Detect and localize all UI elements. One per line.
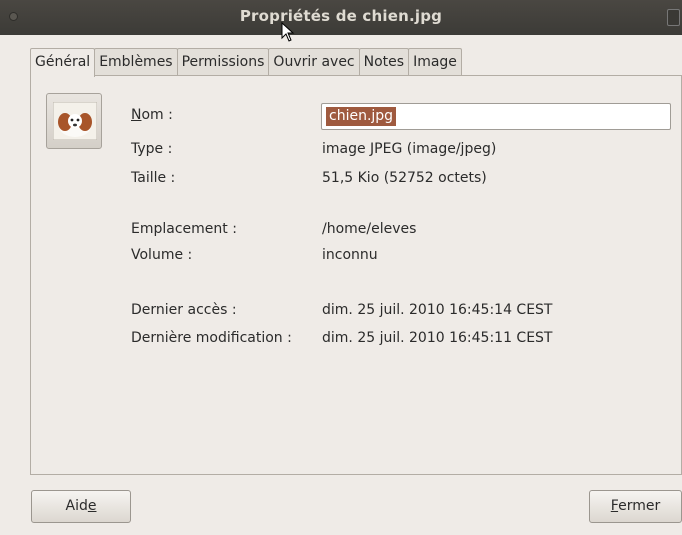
last-accessed-label: Dernier accès :: [131, 302, 237, 318]
type-label: Type :: [131, 141, 173, 157]
tab-image[interactable]: Image: [408, 48, 462, 76]
title-bar[interactable]: Propriétés de chien.jpg: [0, 0, 682, 35]
tab-emblems[interactable]: Emblèmes: [94, 48, 178, 76]
volume-value: inconnu: [322, 247, 378, 263]
close-button[interactable]: Fermer: [589, 490, 682, 523]
tab-permissions[interactable]: Permissions: [176, 48, 270, 76]
help-button[interactable]: Aide: [31, 490, 131, 523]
general-tab-panel: [30, 75, 682, 475]
type-value: image JPEG (image/jpeg): [322, 141, 497, 157]
last-modified-value: dim. 25 juil. 2010 16:45:11 CEST: [322, 330, 553, 346]
size-label: Taille :: [131, 170, 176, 186]
mouse-pointer-icon: [281, 22, 295, 42]
window-title: Propriétés de chien.jpg: [239, 7, 443, 25]
name-field[interactable]: chien.jpg: [321, 103, 671, 130]
last-modified-label: Dernière modification :: [131, 330, 292, 346]
tab-notes[interactable]: Notes: [358, 48, 410, 76]
location-label: Emplacement :: [131, 221, 237, 237]
window-control-icon[interactable]: [667, 9, 680, 26]
size-value: 51,5 Kio (52752 octets): [322, 170, 487, 186]
name-field-selected-text[interactable]: chien.jpg: [326, 107, 397, 126]
tab-open-with[interactable]: Ouvrir avec: [268, 48, 360, 76]
dog-image-thumbnail-icon[interactable]: [46, 93, 102, 149]
name-label: Nom :: [131, 107, 173, 123]
last-accessed-value: dim. 25 juil. 2010 16:45:14 CEST: [322, 302, 553, 318]
volume-label: Volume :: [131, 247, 193, 263]
tab-bar: Général Emblèmes Permissions Ouvrir avec…: [30, 48, 462, 77]
tab-general[interactable]: Général: [30, 48, 96, 77]
location-value: /home/eleves: [322, 221, 417, 237]
